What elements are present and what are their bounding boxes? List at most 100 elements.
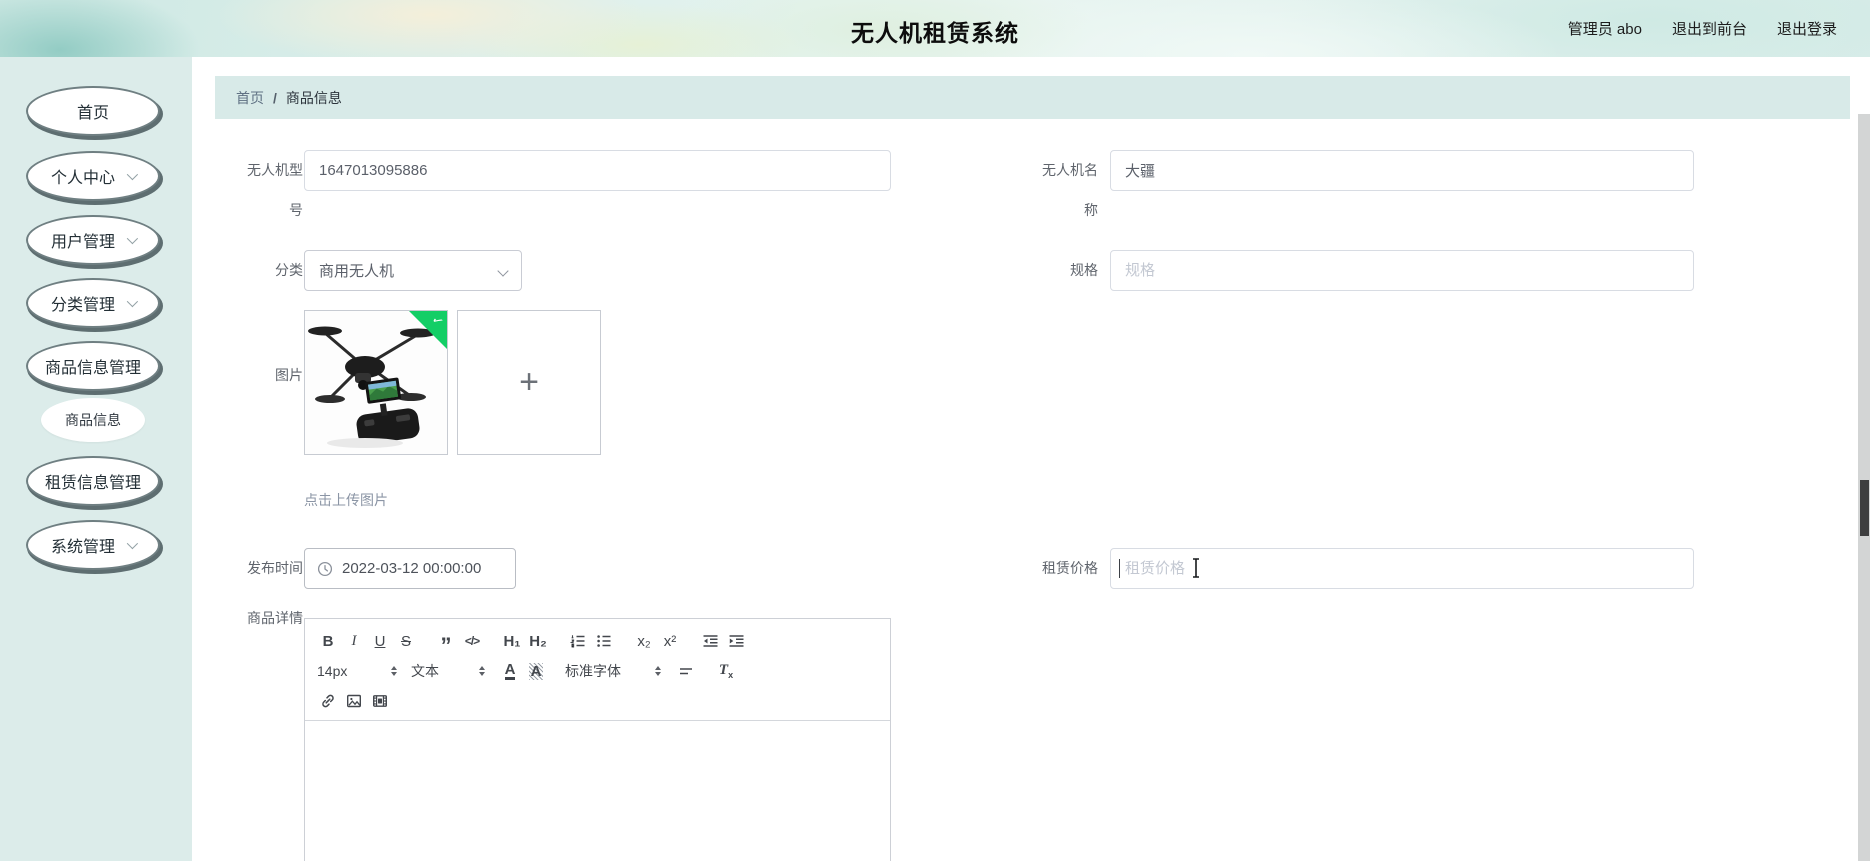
drone-model-input[interactable] [304,150,891,191]
picture-label: 图片 [275,367,303,383]
add-image-card[interactable]: + [457,310,601,455]
bullet-list-icon [597,635,611,647]
paragraph-value: 文本 [411,663,439,679]
chevron-down-icon [126,168,139,181]
code-block-button[interactable]: </> [461,629,483,653]
strikethrough-button[interactable]: S [395,629,417,653]
sidebar-item-category-management[interactable]: 分类管理 [26,278,160,328]
ordered-list-button[interactable] [567,629,589,653]
link-button[interactable] [317,689,339,713]
image-icon [347,694,362,708]
category-label: 分类 [275,262,303,278]
vertical-scrollbar-thumb[interactable] [1860,480,1869,536]
spec-input[interactable] [1110,250,1694,291]
superscript-button[interactable]: x² [659,629,681,653]
rich-text-editor: B I U S ” </> H₁ H₂ x₂ x² 14px 文本 A A 标准… [304,618,891,861]
plus-icon: + [519,363,539,401]
outdent-icon [703,635,717,647]
uploaded-image-card[interactable]: ✓ [304,310,448,455]
sidebar-item-product-info-management[interactable]: 商品信息管理 [26,341,160,391]
exit-to-front-link[interactable]: 退出到前台 [1672,18,1747,39]
ordered-list-icon [570,635,585,648]
ibeam-cursor-icon [1193,558,1199,578]
chevron-down-icon [126,295,139,308]
background-color-icon: A [528,662,544,680]
sidebar-item-user-management[interactable]: 用户管理 [26,215,160,265]
sidebar-item-label: 首页 [76,105,109,122]
paragraph-picker[interactable]: 文本 [411,661,485,681]
sidebar-item-personal-center[interactable]: 个人中心 [26,151,160,201]
underline-button[interactable]: U [369,629,391,653]
font-size-value: 14px [317,663,348,679]
sidebar-item-label: 系统管理 [50,539,115,556]
header2-button[interactable]: H₂ [527,629,549,653]
sidebar-item-product-info[interactable]: 商品信息 [41,398,145,442]
text-color-button[interactable]: A [499,659,521,683]
font-size-picker[interactable]: 14px [317,663,397,679]
sidebar: 首页 个人中心 用户管理 分类管理 商品信息管理 商品信息 租赁信息管理 系统管… [0,57,192,861]
logout-link[interactable]: 退出登录 [1777,18,1837,39]
sidebar-item-label: 商品信息 [65,412,121,428]
detail-label: 商品详情 [247,610,303,626]
price-label: 租赁价格 [1042,560,1098,576]
align-icon [680,668,692,675]
sidebar-item-rental-info-management[interactable]: 租赁信息管理 [26,456,160,506]
font-family-value: 标准字体 [565,663,621,679]
subscript-button[interactable]: x₂ [633,629,655,653]
upload-hint-link[interactable]: 点击上传图片 [304,490,388,510]
sort-arrows-icon [479,666,485,676]
sidebar-item-label: 商品信息管理 [44,360,141,377]
blockquote-button[interactable]: ” [435,629,457,657]
font-family-picker[interactable]: 标准字体 [565,661,661,681]
drone-model-label: 无人机型号 [247,162,303,218]
outdent-button[interactable] [699,629,721,653]
category-select[interactable]: 商用无人机 [304,250,522,291]
sidebar-item-home[interactable]: 首页 [26,86,160,136]
insert-image-button[interactable] [343,689,365,713]
chevron-down-icon [126,232,139,245]
admin-user-label: 管理员 abo [1567,21,1642,38]
drone-name-label: 无人机名称 [1042,162,1098,218]
publish-time-value: 2022-03-12 00:00:00 [342,560,482,577]
text-color-icon: A [504,660,516,680]
sidebar-item-label: 用户管理 [50,234,115,251]
editor-toolbar: B I U S ” </> H₁ H₂ x₂ x² 14px 文本 A A 标准… [305,619,890,721]
clear-format-button[interactable]: Tx [715,659,737,683]
main-content: 首页 / 商品信息 无人机型号 无人机名称 分类 商用无人机 规格 图片 [192,57,1870,861]
vertical-scrollbar-track[interactable] [1858,114,1870,861]
sidebar-item-label: 租赁信息管理 [44,475,141,492]
insert-video-button[interactable] [369,689,391,713]
price-field-wrap [1110,548,1694,589]
text-caret [1119,559,1120,578]
sidebar-item-label: 个人中心 [50,170,115,187]
header-actions: 管理员 abo 退出到前台 退出登录 [1568,0,1837,57]
sidebar-item-system-management[interactable]: 系统管理 [26,520,160,570]
clock-icon [317,561,333,576]
link-icon [322,694,334,708]
clear-format-icon: Tx [718,662,734,680]
sidebar-item-label: 分类管理 [50,297,115,314]
header1-button[interactable]: H₁ [501,629,523,653]
indent-button[interactable] [725,629,747,653]
background-color-button[interactable]: A [525,659,547,683]
sort-arrows-icon [391,666,397,676]
chevron-down-icon [497,264,509,277]
spec-label: 规格 [1070,262,1098,278]
video-icon [373,695,388,707]
breadcrumb-current: 商品信息 [285,89,342,106]
breadcrumb-separator: / [273,89,277,106]
chevron-down-icon [126,537,139,550]
breadcrumb: 首页 / 商品信息 [215,76,1850,119]
italic-button[interactable]: I [343,629,365,653]
publish-time-label: 发布时间 [247,560,303,576]
align-button[interactable] [675,659,697,683]
app-header: 无人机租赁系统 管理员 abo 退出到前台 退出登录 [0,0,1870,57]
breadcrumb-home-link[interactable]: 首页 [236,88,264,108]
drone-name-input[interactable] [1110,150,1694,191]
bullet-list-button[interactable] [593,629,615,653]
sort-arrows-icon [655,666,661,676]
publish-time-input[interactable]: 2022-03-12 00:00:00 [304,548,516,589]
editor-content-area[interactable] [305,721,890,861]
category-select-value: 商用无人机 [319,263,395,280]
bold-button[interactable]: B [317,629,339,653]
